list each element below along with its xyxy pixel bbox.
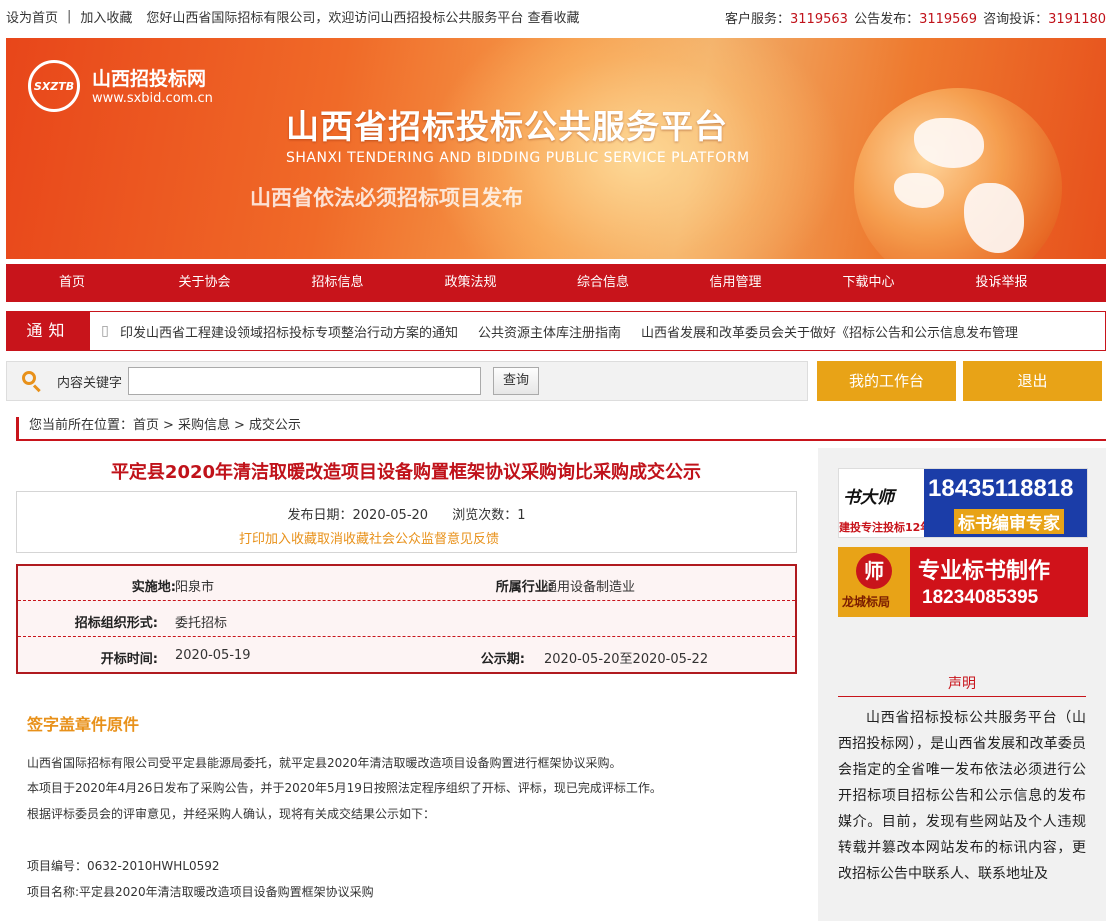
ad-brand-name: 书大师 [843, 488, 894, 508]
ad-banner-bid-writer[interactable]: 书大师 建投专注投标12年 18435118818 标书编审专家 [838, 468, 1088, 538]
location-label: 实施地: [131, 580, 176, 595]
breadcrumb-separator: > [163, 418, 174, 433]
complaint-label: 咨询投诉： [983, 12, 1049, 27]
announce-label: 公告发布： [854, 12, 920, 27]
ad-logo-char: 师 [856, 553, 892, 589]
article-meta: 发布日期：2020-05-20 浏览次数：1 打印 加入收藏 取消收藏 社会公众… [16, 491, 797, 553]
declaration-text: 山西省招标投标公共服务平台（山西招投标网），是山西省发展和改革委员会指定的全省唯… [838, 710, 1086, 882]
project-info-table: 实施地: 阳泉市 所属行业: 通用设备制造业 招标组织形式: 委托招标 开标时间… [16, 564, 797, 674]
org-form-value: 委托招标 [175, 616, 228, 631]
views-count: 1 [517, 508, 526, 523]
notice-bar: 通知 ▯ 印发山西省工程建设领域招标投标专项整治行动方案的通知 公共资源主体库注… [6, 311, 1106, 351]
project-number: 项目编号：0632-2010HWHL0592 [27, 859, 220, 873]
body-paragraph: 山西省国际招标有限公司受平定县能源局委托，就平定县2020年清洁取暖改造项目设备… [27, 756, 622, 770]
banner-glow [426, 38, 846, 259]
ad-phone-box: 18435118818 标书编审专家 [924, 469, 1087, 537]
ad-phone: 18234085395 [922, 587, 1039, 608]
site-name: 山西招投标网 [92, 68, 207, 90]
add-favorite-button[interactable]: 加入收藏 [265, 528, 317, 547]
remove-favorite-button[interactable]: 取消收藏 [317, 528, 369, 547]
info-row: 招标组织形式: 委托招标 [18, 602, 795, 637]
breadcrumb-prefix: 您当前所在位置： [29, 418, 134, 433]
site-url: www.sxbid.com.cn [92, 91, 213, 106]
article-title: 平定县2020年清洁取暖改造项目设备购置框架协议采购询比采购成交公示 [110, 462, 702, 483]
body-paragraph: 本项目于2020年4月26日发布了采购公告，并于2020年5月19日按照法定程序… [27, 781, 662, 795]
platform-title: 山西省招标投标公共服务平台 [286, 107, 728, 146]
platform-slogan: 山西省依法必须招标项目发布 [250, 186, 523, 210]
contact-numbers: 客户服务：3119563 公告发布：3119569 咨询投诉：3191180 [725, 8, 1106, 27]
view-favorites-link[interactable]: 查看收藏 [527, 7, 579, 26]
industry-label: 所属行业: [495, 580, 553, 595]
declaration-title: 声明 [838, 673, 1086, 697]
nav-complaint[interactable]: 投诉举报 [935, 264, 1068, 302]
nav-policy[interactable]: 政策法规 [404, 264, 537, 302]
ad-logo: 师 龙城标局 [838, 547, 910, 617]
ad-banner-bid-production[interactable]: 师 龙城标局 专业标书制作 18234085395 [838, 547, 1088, 617]
breadcrumb: 您当前所在位置：首页 > 采购信息 > 成交公示 [16, 417, 1106, 441]
announce-number: 3119569 [919, 12, 977, 27]
ad-phone: 18435118818 [928, 475, 1074, 502]
nav-home[interactable]: 首页 [6, 264, 138, 302]
nav-about[interactable]: 关于协会 [138, 264, 271, 302]
ad-tag: 标书编审专家 [954, 509, 1064, 534]
notice-item[interactable]: 公共资源主体库注册指南 [478, 322, 621, 341]
set-home-link[interactable]: 设为首页 [6, 7, 58, 26]
logo-text: SXZTB [33, 79, 75, 93]
top-bar: 设为首页 | 加入收藏 您好山西省国际招标有限公司，欢迎访问山西招投标公共服务平… [0, 0, 1109, 32]
ad-logo-name: 龙城标局 [842, 595, 891, 609]
info-row: 实施地: 阳泉市 所属行业: 通用设备制造业 [18, 566, 795, 601]
keyword-input[interactable] [128, 367, 482, 395]
nav-credit[interactable]: 信用管理 [669, 264, 802, 302]
search-label: 内容关键字 [57, 375, 123, 391]
nav-download[interactable]: 下载中心 [802, 264, 935, 302]
logout-button[interactable]: 退出 [963, 361, 1102, 401]
notice-label: 通知 [7, 312, 90, 350]
open-time-value: 2020-05-19 [175, 648, 251, 663]
speaker-icon: ▯ [101, 323, 109, 339]
breadcrumb-procurement[interactable]: 采购信息 [178, 418, 230, 433]
publish-label: 发布日期： [287, 508, 353, 523]
welcome-text: 您好山西省国际招标有限公司，欢迎访问山西招投标公共服务平台 [146, 10, 524, 26]
platform-subtitle: SHANXI TENDERING AND BIDDING PUBLIC SERV… [286, 150, 750, 166]
notice-item[interactable]: 山西省发展和改革委员会关于做好《招标公告和公示信息发布管理 [641, 322, 1018, 341]
publicity-value: 2020-05-20至2020-05-22 [544, 652, 709, 667]
ad-brand: 书大师 建投专注投标12年 [839, 469, 931, 537]
search-button[interactable]: 查询 [493, 367, 540, 395]
service-number: 3119563 [790, 12, 848, 27]
project-name: 项目名称:平定县2020年清洁取暖改造项目设备购置框架协议采购 [27, 885, 374, 899]
body-paragraph: 根据评标委员会的评审意见，并经采购人确认，现将有关成交结果公示如下： [27, 807, 436, 821]
publicity-label: 公示期: [480, 652, 525, 667]
search-bar: 内容关键字 查询 [6, 361, 808, 401]
feedback-link[interactable]: 社会公众监督意见反馈 [369, 528, 499, 547]
industry-value: 通用设备制造业 [544, 580, 636, 595]
workbench-button[interactable]: 我的工作台 [817, 361, 956, 401]
ad-headline: 专业标书制作 [918, 559, 1051, 584]
notice-item[interactable]: 印发山西省工程建设领域招标投标专项整治行动方案的通知 [120, 322, 458, 341]
top-bar-separator: | [67, 8, 72, 24]
header-banner: SXZTB 山西招投标网 www.sxbid.com.cn 山西省招标投标公共服… [6, 38, 1106, 259]
print-link[interactable]: 打印 [239, 528, 265, 547]
section-title: 签字盖章件原件 [27, 715, 140, 734]
info-row: 开标时间: 2020-05-19 公示期: 2020-05-20至2020-05… [18, 638, 795, 673]
search-icon [21, 370, 43, 393]
main-nav: 首页 关于协会 招标信息 政策法规 综合信息 信用管理 下载中心 投诉举报 [6, 264, 1106, 302]
nav-general-info[interactable]: 综合信息 [537, 264, 669, 302]
org-form-label: 招标组织形式: [74, 616, 158, 631]
add-favorite-link[interactable]: 加入收藏 [80, 7, 132, 26]
open-time-label: 开标时间: [100, 652, 158, 667]
service-label: 客户服务： [725, 12, 791, 27]
breadcrumb-current[interactable]: 成交公示 [249, 418, 301, 433]
complaint-number: 3191180 [1048, 12, 1107, 27]
nav-tender-info[interactable]: 招标信息 [271, 264, 404, 302]
breadcrumb-separator: > [233, 418, 245, 433]
notice-ticker: 印发山西省工程建设领域招标投标专项整治行动方案的通知 公共资源主体库注册指南 山… [120, 322, 1018, 341]
site-logo[interactable]: SXZTB [28, 60, 80, 112]
views-label: 浏览次数： [452, 508, 518, 523]
publish-date: 2020-05-20 [352, 508, 429, 523]
globe-graphic [854, 88, 1062, 259]
location-value: 阳泉市 [175, 580, 215, 595]
breadcrumb-home[interactable]: 首页 [133, 418, 159, 433]
